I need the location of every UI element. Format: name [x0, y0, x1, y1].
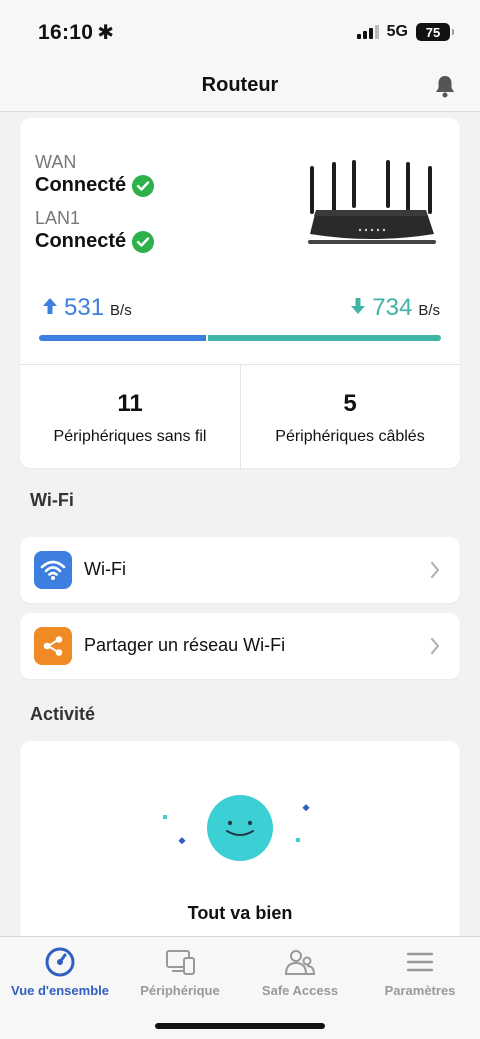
wifi-label: Wi-Fi [84, 559, 126, 579]
tab-label: Périphérique [140, 983, 220, 998]
lan-status: Connecté [35, 230, 155, 253]
wired-label[interactable]: Périphériques câblés [240, 428, 460, 446]
smiley-illustration [163, 795, 310, 861]
tab-overview[interactable]: Vue d'ensemble [0, 945, 120, 998]
activity-status: Tout va bien [187, 903, 293, 923]
asterisk-icon: ✱ [97, 22, 115, 44]
tab-label: Safe Access [261, 983, 339, 998]
menu-icon [406, 952, 434, 972]
arrow-down-icon [351, 298, 366, 314]
wan-label: WAN [35, 152, 77, 172]
activity-section-title: Activité [30, 704, 96, 724]
wan-status: Connecté [35, 174, 155, 197]
page-title: Routeur [201, 74, 279, 96]
time-text: 16:10 [38, 21, 94, 44]
lan-label: LAN1 [35, 208, 81, 228]
upload-value: 531 [64, 294, 105, 321]
tab-label: Vue d'ensemble [11, 983, 109, 998]
devices-icon [166, 950, 195, 975]
upload-speed: 531 B/s [42, 294, 132, 322]
download-unit: B/s [418, 302, 440, 319]
battery-icon: 75 [416, 23, 454, 41]
bell-icon[interactable] [434, 74, 456, 98]
download-value: 734 [372, 294, 413, 321]
clock: 16:10 ✱ [38, 20, 114, 45]
status-bar: 16:10 ✱ 5G 75 [0, 0, 480, 62]
tab-label: Paramètres [384, 983, 456, 998]
dashboard-icon [45, 947, 75, 977]
upload-unit: B/s [110, 302, 132, 319]
upload-bar [39, 335, 206, 341]
signal-icon [356, 25, 379, 39]
tab-devices[interactable]: Périphérique [120, 945, 240, 998]
router-status-card[interactable]: WAN Connecté LAN1 Connecté 531 B/s 734 B… [20, 118, 460, 468]
navigation-bar: Routeur [0, 62, 480, 112]
router-image [308, 160, 436, 244]
download-speed: 734 B/s [350, 294, 440, 322]
tab-bar: Vue d'ensemble Périphérique Safe Access [0, 936, 480, 1039]
wireless-label[interactable]: Périphériques sans fil [20, 428, 240, 446]
tab-safe-access[interactable]: Safe Access [240, 945, 360, 998]
lan-status-text: Connecté [35, 230, 127, 252]
home-indicator[interactable] [155, 1023, 325, 1029]
wifi-row[interactable]: Wi-Fi [20, 537, 460, 603]
check-icon [132, 230, 155, 253]
network-type: 5G [386, 23, 408, 40]
check-icon [132, 174, 155, 197]
wifi-icon [34, 551, 72, 589]
tab-settings[interactable]: Paramètres [360, 945, 480, 998]
battery-level: 75 [425, 24, 441, 40]
share-wifi-label: Partager un réseau Wi-Fi [84, 635, 286, 655]
wifi-section-title: Wi-Fi [30, 490, 74, 510]
wireless-count[interactable]: 11 [20, 390, 240, 418]
share-wifi-row[interactable]: Partager un réseau Wi-Fi [20, 613, 460, 679]
wired-count[interactable]: 5 [240, 390, 460, 418]
status-indicators: 5G 75 [356, 21, 454, 43]
wan-status-text: Connecté [35, 174, 127, 196]
chevron-right-icon [430, 561, 440, 579]
arrow-up-icon [43, 298, 57, 314]
users-icon [284, 950, 316, 975]
download-bar [208, 335, 441, 341]
chevron-right-icon [430, 637, 440, 655]
share-icon [34, 627, 72, 665]
